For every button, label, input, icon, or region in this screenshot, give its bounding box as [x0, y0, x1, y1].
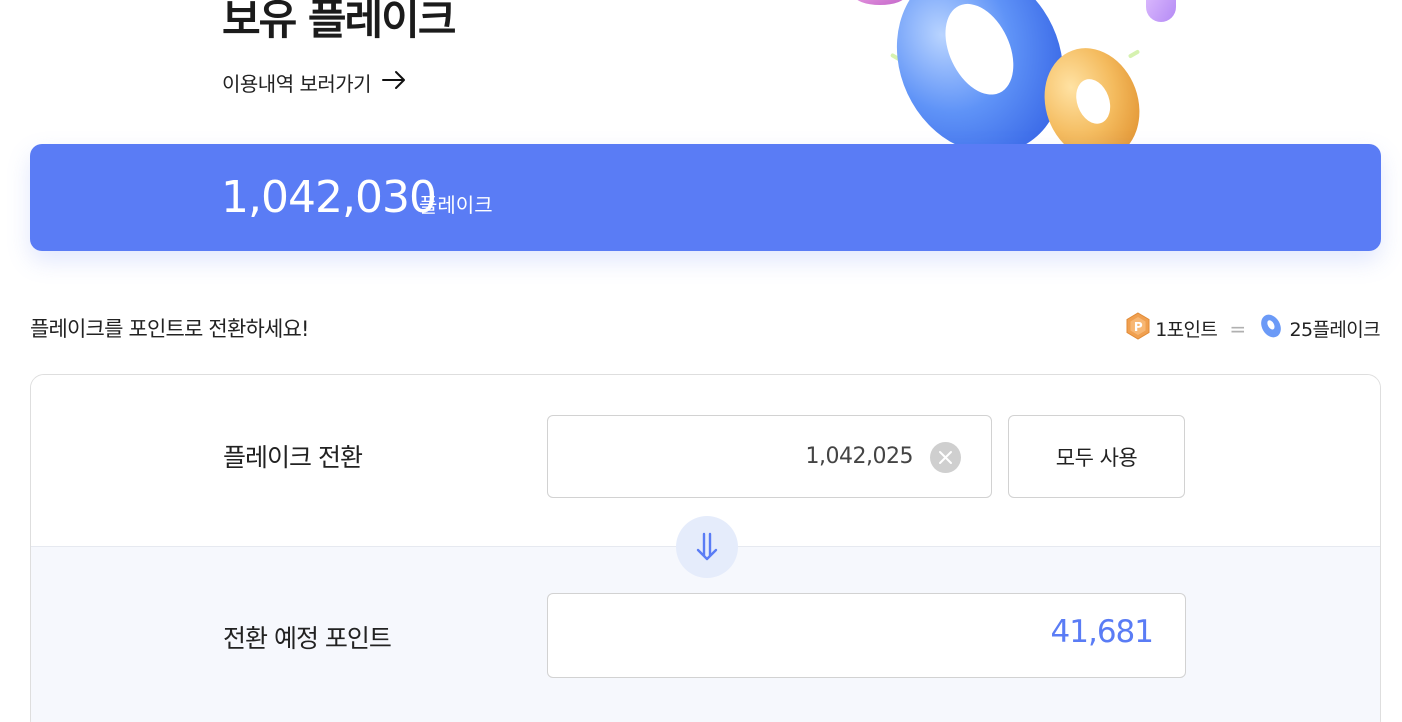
- rate-equals: =: [1229, 316, 1246, 341]
- result-points-value: 41,681: [1050, 614, 1154, 650]
- rate-point-label: 1포인트: [1155, 319, 1218, 341]
- flake-input-box: [547, 415, 992, 498]
- flake-amount-input[interactable]: [548, 416, 991, 497]
- double-arrow-down-icon: [696, 532, 718, 561]
- history-link-label: 이용내역 보러가기: [222, 72, 372, 96]
- balance-amount: 1,042,030: [221, 172, 437, 223]
- convert-prompt: 플레이크를 포인트로 전환하세요!: [30, 317, 309, 341]
- flake-donut-icon: [1258, 313, 1290, 344]
- svg-text:P: P: [1134, 320, 1143, 334]
- use-all-button[interactable]: 모두 사용: [1008, 415, 1185, 498]
- balance-unit: 플레이크: [419, 193, 493, 217]
- arrow-right-icon: [381, 70, 407, 95]
- balance-bar: 1,042,030 플레이크: [30, 144, 1381, 251]
- convert-card: 플레이크 전환 모두 사용 전환 예정 포인트 41,681: [30, 374, 1381, 722]
- point-coin-icon: P: [1125, 312, 1155, 345]
- history-link[interactable]: 이용내역 보러가기: [222, 68, 407, 97]
- exchange-rate: P 1포인트 = 25플레이크: [1125, 312, 1381, 345]
- close-icon: [939, 451, 952, 464]
- rate-flake-label: 25플레이크: [1289, 319, 1381, 341]
- clear-input-button[interactable]: [930, 442, 961, 473]
- page: 보유 플레이크 이용내역 보러가기 1,042,030 플레이크 플레이크를 포…: [0, 0, 1402, 722]
- flake-convert-label: 플레이크 전환: [223, 443, 363, 472]
- result-points-label: 전환 예정 포인트: [223, 624, 392, 653]
- convert-arrow: [676, 516, 738, 578]
- page-title: 보유 플레이크: [222, 0, 456, 44]
- result-points-box: 41,681: [547, 593, 1186, 678]
